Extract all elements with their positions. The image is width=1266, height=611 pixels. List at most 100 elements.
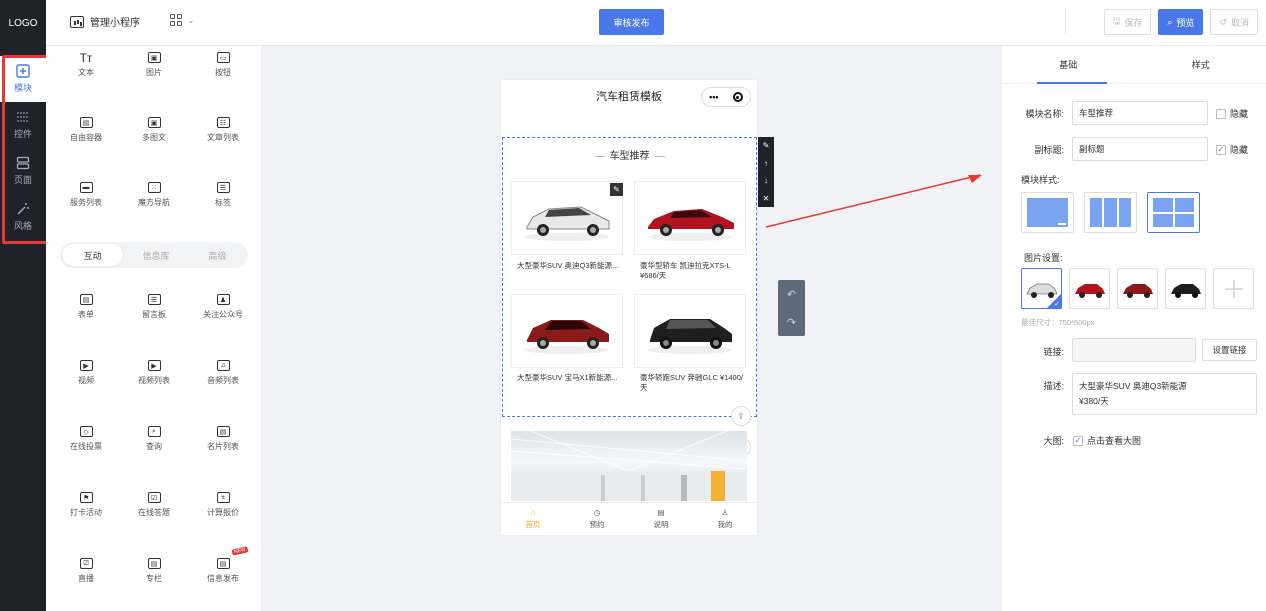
car-image	[648, 209, 734, 241]
nav-item-modules[interactable]: 模块	[0, 56, 46, 102]
preview-button[interactable]: ⌕ 预览	[1158, 9, 1204, 35]
car-image	[525, 206, 610, 241]
check-icon: ✓	[1073, 435, 1083, 446]
component-item[interactable]: ▶ 视频列表	[119, 354, 189, 410]
dots	[1058, 223, 1066, 225]
nav-item-style[interactable]: 风格	[0, 194, 46, 240]
plus-icon	[1224, 279, 1243, 298]
component-item[interactable]: ▣ 多图文	[119, 111, 189, 167]
component-item[interactable]: ▤ 自由容器	[51, 111, 121, 167]
component-item[interactable]: ☑ 在线答题	[119, 486, 189, 542]
component-item[interactable]: ▤ 专栏	[119, 552, 189, 608]
component-item[interactable]: ▣ 图片	[119, 46, 189, 102]
component-item[interactable]: ⚑ 打卡活动	[51, 486, 121, 542]
edit-icon[interactable]: ✎	[763, 141, 770, 150]
car-caption: 大型豪华SUV 宝马X1新能源...	[517, 373, 618, 382]
component-label: 打卡活动	[70, 508, 102, 517]
hide-checkbox[interactable]: 隐藏	[1216, 107, 1248, 120]
tab-info[interactable]: ▤ 说明	[629, 503, 693, 535]
set-link-button[interactable]: 设置链接	[1202, 339, 1257, 361]
tab-home[interactable]: ⌂ 首页	[501, 503, 565, 535]
check-icon: ✓	[1054, 301, 1060, 308]
undo-icon[interactable]: ↶	[787, 288, 796, 301]
redo-icon[interactable]: ↷	[787, 316, 796, 329]
tab-basic[interactable]: 基础	[1002, 46, 1135, 84]
nav-item-pages[interactable]: 页面	[0, 148, 46, 194]
edit-icon[interactable]: ✎	[610, 183, 623, 196]
plus-square-icon	[16, 64, 30, 78]
tab-label: 说明	[653, 520, 669, 529]
component-icon: ☰	[216, 182, 230, 193]
subtitle-hide-checkbox[interactable]: ✓ 隐藏	[1216, 143, 1248, 156]
main-nav: 模块 控件 页面 风格	[0, 46, 46, 611]
component-item[interactable]: ± 计算报价	[188, 486, 258, 542]
style-option-3[interactable]	[1147, 192, 1200, 233]
component-item[interactable]: ▶ 视频	[51, 354, 121, 410]
component-item[interactable]: ▬ 服务列表	[51, 176, 121, 232]
properties-panel: 基础 样式	[1001, 46, 1266, 611]
component-item[interactable]: ▤ 名片列表	[188, 420, 258, 476]
component-icon: ▤	[79, 294, 93, 305]
close-icon[interactable]: ✕	[763, 194, 770, 203]
car-card[interactable]	[511, 181, 623, 255]
component-label: 文本	[78, 68, 94, 77]
link-input[interactable]	[1072, 338, 1196, 362]
description-line: ¥380/天	[1079, 396, 1109, 406]
component-item[interactable]: ♟ 关注公众号	[188, 288, 258, 344]
car-card[interactable]	[634, 181, 746, 255]
large-image-checkbox[interactable]: ✓ 点击查看大图	[1073, 434, 1141, 447]
component-item[interactable]: ⌕ 查询	[119, 420, 189, 476]
style-label: 模块样式:	[1021, 175, 1060, 185]
car-image	[525, 320, 609, 354]
image-thumb[interactable]	[1069, 268, 1110, 309]
component-item[interactable]: ◇ 在线投票	[51, 420, 121, 476]
component-item[interactable]: ☰ 留言板	[119, 288, 189, 344]
component-item[interactable]: Tт 文本	[51, 46, 121, 102]
magic-wand-icon	[17, 203, 29, 215]
component-item[interactable]: ▤ 表单	[51, 288, 121, 344]
arrow-up-icon[interactable]: ↑	[764, 159, 768, 168]
component-item[interactable]: ⁙ 魔方导航	[119, 176, 189, 232]
publish-button[interactable]: 审核发布	[599, 9, 664, 35]
component-label: 标签	[215, 198, 231, 207]
image-thumb[interactable]	[1117, 268, 1158, 309]
subtitle-input[interactable]: 副标题	[1072, 137, 1208, 161]
module-name-input[interactable]: 车型推荐	[1072, 101, 1208, 125]
description-textarea[interactable]: 大型豪华SUV 奥迪Q3新能源 ¥380/天	[1072, 373, 1257, 415]
hide-label: 隐藏	[1230, 109, 1249, 119]
add-image-button[interactable]	[1213, 268, 1254, 309]
component-item[interactable]: ▭ 按钮	[188, 46, 258, 102]
tab-interactive[interactable]: 互动	[62, 244, 124, 266]
component-label: 服务列表	[70, 198, 102, 207]
component-icon: ▬	[79, 182, 93, 193]
car-card[interactable]	[511, 294, 623, 368]
top-bar: LOGO 管理小程序 ⌄ 审核发布 🖫 保存 ⌕ 预览 ↺ 取消	[0, 0, 1266, 46]
image-thumb-selected[interactable]: ✓	[1021, 268, 1062, 309]
style-option-2[interactable]	[1084, 192, 1137, 233]
save-button[interactable]: 🖫 保存	[1103, 9, 1152, 35]
share-icon[interactable]: ⇪	[731, 406, 751, 426]
component-label: 按钮	[215, 68, 231, 77]
image-thumb[interactable]	[1165, 268, 1206, 309]
component-item[interactable]: ⎚ 直播	[51, 552, 121, 608]
component-item[interactable]: ♫ 音频列表	[188, 354, 258, 410]
subtitle-label: 副标题:	[1034, 145, 1064, 155]
component-item[interactable]: ☰ 标签	[188, 176, 258, 232]
tab-info-library[interactable]: 信息库	[125, 242, 186, 268]
car-thumbnail	[1170, 283, 1201, 298]
mini-program-capsule[interactable]: •••	[701, 87, 751, 107]
tab-advanced[interactable]: 高级	[187, 242, 248, 268]
tab-mine[interactable]: ♙ 我的	[693, 503, 757, 535]
tab-style[interactable]: 样式	[1135, 46, 1266, 83]
cancel-button[interactable]: ↺ 取消	[1210, 9, 1258, 35]
nav-item-controls[interactable]: 控件	[0, 102, 46, 148]
component-icon: ▤	[147, 558, 161, 569]
car-card[interactable]	[634, 294, 746, 368]
tab-booking[interactable]: ◷ 预约	[565, 503, 629, 535]
style-option-1[interactable]	[1021, 192, 1074, 233]
component-item[interactable]: ▤ 信息发布	[188, 552, 258, 608]
component-item[interactable]: ☷ 文章列表	[188, 111, 258, 167]
app-switcher[interactable]: 管理小程序	[70, 14, 140, 29]
layout-switcher[interactable]: ⌄	[170, 14, 195, 26]
arrow-down-icon[interactable]: ↓	[764, 176, 768, 185]
